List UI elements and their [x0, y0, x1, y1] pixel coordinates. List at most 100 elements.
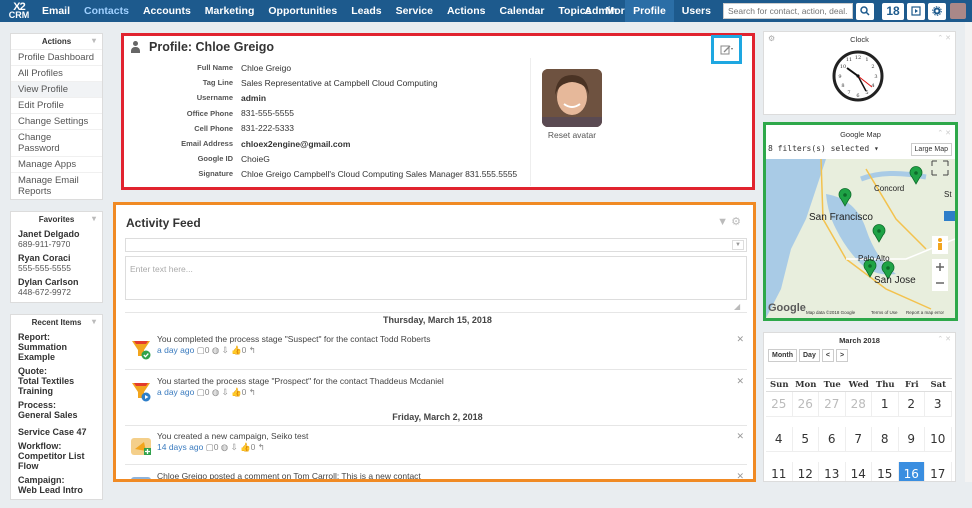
minimize-close-icons[interactable]: ⌃ ✕ — [937, 335, 951, 343]
recent-item[interactable]: Campaign: Web Lead Intro — [11, 473, 102, 499]
favorite-item[interactable]: Janet Delgado 689-911-7970 — [11, 227, 102, 251]
calendar-day[interactable]: 15 — [872, 462, 899, 481]
close-icon[interactable]: ✕ — [736, 376, 744, 387]
feed-associations-select[interactable]: ▼ — [125, 238, 747, 252]
favorite-item[interactable]: Dylan Carlson 448-672-9972 — [11, 275, 102, 302]
calendar-day-today[interactable]: 16 — [898, 462, 925, 481]
next-button[interactable]: > — [835, 349, 849, 362]
gear-icon[interactable] — [928, 2, 946, 20]
calendar-day[interactable]: 8 — [872, 427, 899, 452]
timestamp-link[interactable]: a day ago — [157, 387, 194, 397]
gear-icon[interactable]: ⚙ — [768, 34, 775, 43]
calendar-day[interactable]: 27 — [819, 392, 846, 417]
user-avatar[interactable] — [950, 3, 966, 19]
close-icon[interactable]: ✕ — [736, 471, 744, 479]
field-username: Username admin — [196, 92, 267, 103]
nav-accounts[interactable]: Accounts — [143, 5, 191, 17]
minimize-close-icons[interactable]: ⌃ ✕ — [937, 34, 951, 42]
map-filter-dropdown[interactable]: 8 filters(s) selected ▾ — [768, 144, 879, 153]
menu-edit-profile[interactable]: Edit Profile — [11, 97, 102, 113]
nav-contacts[interactable]: Contacts — [84, 5, 129, 17]
menu-manage-email-reports[interactable]: Manage Email Reports — [11, 172, 102, 199]
month-view-button[interactable]: Month — [768, 349, 797, 362]
large-map-button[interactable]: Large Map — [910, 143, 952, 156]
nav-actions[interactable]: Actions — [447, 5, 486, 17]
menu-view-profile[interactable]: View Profile — [11, 81, 102, 97]
chevron-down-icon[interactable]: ▾ — [92, 214, 96, 223]
calendar-day[interactable]: 5 — [792, 427, 819, 452]
calendar-day[interactable]: 7 — [845, 427, 872, 452]
reset-avatar-link[interactable]: Reset avatar — [542, 130, 602, 140]
menu-change-password[interactable]: Change Password — [11, 129, 102, 156]
zoom-out-icon[interactable] — [932, 275, 948, 291]
calendar-day[interactable]: 10 — [925, 427, 952, 452]
map-canvas[interactable]: Concord San Francisco Palo Alto San Jose… — [766, 159, 955, 318]
nav-admin[interactable]: Admin — [576, 0, 625, 22]
calendar-day[interactable]: 11 — [766, 462, 793, 481]
activity-actions[interactable]: ▢0 ◍ ⇩ 👍0 ↰ — [194, 345, 256, 355]
pegman-icon[interactable] — [932, 236, 948, 254]
close-icon[interactable]: ✕ — [736, 334, 744, 345]
nav-email[interactable]: Email — [42, 5, 70, 17]
recent-item[interactable]: Workflow: Competitor List Flow — [11, 439, 102, 473]
day-view-button[interactable]: Day — [799, 349, 820, 362]
calendar-day[interactable]: 6 — [819, 427, 846, 452]
calendar-day[interactable]: 2 — [898, 392, 925, 417]
edit-profile-button[interactable] — [711, 35, 742, 64]
clock-title: Clock — [850, 35, 869, 44]
gear-icon[interactable]: ⚙ — [731, 216, 741, 228]
recent-item[interactable]: Quote: Total Textiles Training — [11, 364, 102, 398]
calendar-day[interactable]: 9 — [898, 427, 925, 452]
calendar-day[interactable]: 1 — [872, 392, 899, 417]
activity-actions[interactable]: ▢0 ◍ ⇩ 👍0 ↰ — [194, 387, 256, 397]
record-icon[interactable] — [907, 2, 925, 20]
map-label-palo-alto: Palo Alto — [858, 254, 890, 263]
menu-manage-apps[interactable]: Manage Apps — [11, 156, 102, 172]
chevron-down-icon[interactable]: ▾ — [92, 36, 96, 45]
calendar-day[interactable]: 13 — [819, 462, 846, 481]
menu-all-profiles[interactable]: All Profiles — [11, 65, 102, 81]
favorite-item[interactable]: Ryan Coraci 555-555-5555 — [11, 251, 102, 275]
nav-users[interactable]: Users — [674, 0, 719, 22]
recent-item[interactable]: Process: General Sales — [11, 398, 102, 422]
chevron-down-icon[interactable]: ▼ — [732, 240, 744, 250]
svg-text:10: 10 — [840, 64, 846, 70]
feed-post-input[interactable]: Enter text here... — [125, 256, 747, 300]
recent-item[interactable]: Service Case 47 — [11, 422, 102, 439]
chevron-down-icon[interactable]: ▾ — [92, 317, 96, 326]
nav-leads[interactable]: Leads — [351, 5, 381, 17]
calendar-day[interactable]: 4 — [766, 427, 793, 452]
calendar-day[interactable]: 14 — [846, 462, 872, 481]
prev-button[interactable]: < — [821, 349, 834, 362]
nav-marketing[interactable]: Marketing — [205, 5, 255, 17]
calendar-day[interactable]: 26 — [792, 392, 819, 417]
calendar-day[interactable]: 28 — [845, 392, 872, 417]
weekday-header: Sun Mon Tue Wed Thu Fri Sat — [766, 378, 952, 392]
timestamp-link[interactable]: a day ago — [157, 345, 194, 355]
menu-change-settings[interactable]: Change Settings — [11, 113, 102, 129]
nav-opportunities[interactable]: Opportunities — [268, 5, 337, 17]
timestamp-link[interactable]: 14 days ago — [157, 442, 203, 452]
calendar-day[interactable]: 17 — [925, 462, 952, 481]
map-report-link[interactable]: Report a map error — [906, 310, 945, 315]
nav-calendar[interactable]: Calendar — [499, 5, 544, 17]
minimize-close-icons[interactable]: ⌃ ✕ — [937, 129, 951, 137]
recent-item[interactable]: Report: Summation Example — [11, 330, 102, 364]
page-scrollbar[interactable] — [965, 22, 972, 482]
zoom-in-icon[interactable] — [932, 259, 948, 275]
filter-icon[interactable]: ▼ — [717, 216, 728, 228]
nav-profile[interactable]: Profile — [625, 0, 674, 22]
close-icon[interactable]: ✕ — [736, 431, 744, 442]
nav-service[interactable]: Service — [396, 5, 433, 17]
activity-actions[interactable]: ▢0 ◍ ⇩ 👍0 ↰ — [203, 442, 265, 452]
search-icon[interactable] — [856, 2, 874, 20]
search-input[interactable] — [723, 3, 853, 19]
resize-handle-icon[interactable]: ◢ — [734, 302, 740, 311]
calendar-day[interactable]: 25 — [766, 392, 793, 417]
notifications-badge[interactable]: 18 — [882, 2, 904, 20]
x2crm-logo[interactable]: X2 CRM — [4, 0, 34, 22]
calendar-day[interactable]: 12 — [793, 462, 819, 481]
map-terms-link[interactable]: Terms of Use — [871, 310, 898, 315]
calendar-day[interactable]: 3 — [925, 392, 952, 417]
menu-profile-dashboard[interactable]: Profile Dashboard — [11, 49, 102, 65]
